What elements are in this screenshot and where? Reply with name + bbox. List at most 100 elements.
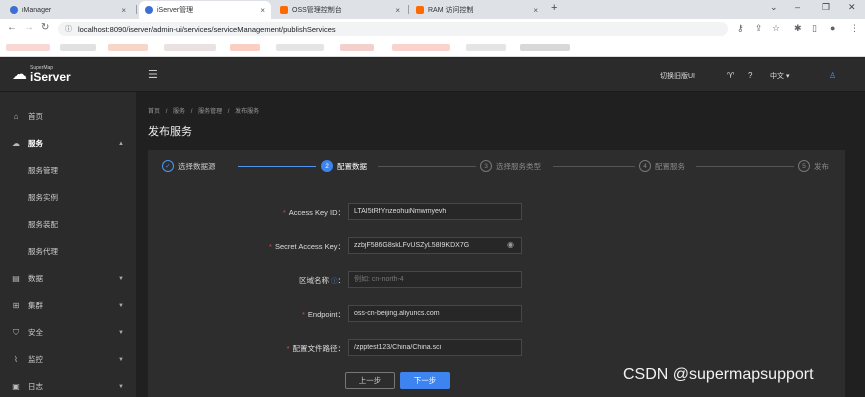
sidebar-item-data[interactable]: ▤ 数据 ▼	[0, 265, 136, 292]
close-tab-icon[interactable]: ×	[533, 6, 538, 15]
breadcrumb-separator: /	[165, 109, 168, 115]
sidebar-subitem-service-instance[interactable]: 服务实例	[0, 184, 136, 211]
chevron-down-icon: ▼	[118, 329, 124, 336]
breadcrumb-separator: /	[190, 109, 193, 115]
url-text: localhost:8090/iserver/admin-ui/services…	[78, 24, 336, 34]
sidebar-subitem-service-proxy[interactable]: 服务代理	[0, 238, 136, 265]
switch-ui-button[interactable]: 切换旧版UI	[660, 71, 695, 81]
tab-title: iManager	[22, 6, 52, 14]
step-select-service-type[interactable]: 3 选择服务类型	[480, 160, 541, 172]
step-label: 配置数据	[337, 161, 367, 171]
blurred-bookmark[interactable]	[520, 44, 570, 51]
step-configure-data[interactable]: 2 配置数据	[321, 160, 367, 172]
maximize-icon[interactable]: ❐	[822, 2, 830, 13]
sidebar-item-monitor[interactable]: ⌇ 监控 ▼	[0, 346, 136, 373]
profile-icon[interactable]: ●	[830, 23, 835, 33]
step-connector	[696, 166, 794, 167]
step-label: 配置服务	[655, 161, 685, 171]
supermap-iserver-logo[interactable]: ☁ SuperMap iServer	[12, 65, 71, 83]
step-label: 选择数据源	[178, 161, 216, 171]
sidebar-item-home[interactable]: ⌂ 首页	[0, 103, 136, 130]
blurred-bookmark[interactable]	[392, 44, 450, 51]
endpoint-label: * Endpoint：	[301, 310, 345, 319]
blurred-bookmark[interactable]	[466, 44, 506, 51]
breadcrumb-current: 发布服务	[235, 109, 260, 115]
language-select[interactable]: 中文 ▾	[770, 71, 789, 81]
shirt-theme-icon[interactable]: ♈	[727, 71, 734, 80]
imanager-favicon-icon	[10, 6, 18, 14]
sidebar-item-label: 安全	[28, 328, 43, 337]
tab-imanager[interactable]: iManager ×	[4, 1, 132, 19]
form-row-endpoint: * Endpoint：	[148, 305, 845, 323]
close-tab-icon[interactable]: ×	[395, 6, 400, 15]
blurred-bookmark[interactable]	[340, 44, 374, 51]
sidebar-item-label: 首页	[28, 112, 43, 121]
step-configure-service[interactable]: 4 配置服务	[639, 160, 685, 172]
step-select-datasource[interactable]: ✓ 选择数据源	[162, 160, 216, 172]
bookmark-star-icon[interactable]: ☆	[772, 23, 780, 34]
form-row-config-path: * 配置文件路径：	[148, 339, 845, 357]
breadcrumb-service-management[interactable]: 服务管理	[198, 109, 222, 115]
tab-ram[interactable]: RAM 访问控制 ×	[410, 1, 544, 19]
help-icon[interactable]: ?	[748, 71, 752, 80]
previous-step-button[interactable]: 上一步	[345, 372, 395, 389]
blurred-bookmark[interactable]	[230, 44, 260, 51]
step-publish[interactable]: 5 发布	[798, 160, 829, 172]
access-key-id-input[interactable]	[348, 203, 522, 220]
side-panel-icon[interactable]: ▯	[812, 23, 817, 34]
blurred-bookmark[interactable]	[60, 44, 96, 51]
sidebar-subitem-label: 服务实例	[28, 193, 58, 202]
config-path-input[interactable]	[348, 339, 522, 356]
breadcrumb-home[interactable]: 首页	[148, 109, 160, 115]
blurred-bookmark[interactable]	[276, 44, 324, 51]
blurred-bookmark[interactable]	[6, 44, 50, 51]
step-number: 2	[321, 160, 333, 172]
back-icon[interactable]: ←	[7, 22, 17, 33]
new-tab-button[interactable]: +	[551, 2, 557, 14]
log-icon: ▣	[12, 382, 20, 391]
secret-access-key-input[interactable]	[348, 237, 522, 254]
blurred-bookmark[interactable]	[164, 44, 216, 51]
sidebar-subitem-service-assembly[interactable]: 服务装配	[0, 211, 136, 238]
user-icon[interactable]: ♙	[829, 71, 836, 80]
sidebar-item-cluster[interactable]: ⊞ 集群 ▼	[0, 292, 136, 319]
menu-icon[interactable]: ⋮	[850, 23, 859, 34]
sidebar-item-label: 集群	[28, 301, 43, 310]
close-window-icon[interactable]: ✕	[848, 2, 856, 13]
next-step-button[interactable]: 下一步	[400, 372, 450, 389]
blurred-bookmark[interactable]	[108, 44, 148, 51]
tab-iserver[interactable]: iServer管理 ×	[139, 1, 271, 19]
sidebar-item-log[interactable]: ▣ 日志 ▼	[0, 373, 136, 397]
help-circle-icon[interactable]: ⓘ	[331, 278, 338, 285]
sidebar-item-services[interactable]: ☁ 服务 ▲	[0, 130, 136, 157]
tab-oss[interactable]: OSS管理控制台 ×	[274, 1, 406, 19]
sidebar-subitem-service-management[interactable]: 服务管理	[0, 157, 136, 184]
config-path-label: * 配置文件路径：	[286, 344, 345, 353]
aliyun-favicon-icon	[416, 6, 424, 14]
key-icon[interactable]: ⚷	[737, 23, 744, 34]
form-row-access-key-id: * Access Key ID：	[148, 203, 845, 221]
close-tab-icon[interactable]: ×	[260, 6, 265, 15]
language-label: 中文	[770, 73, 784, 80]
collapse-menu-icon[interactable]: ☰	[148, 68, 158, 81]
breadcrumb-services[interactable]: 服务	[173, 109, 185, 115]
address-bar[interactable]: ⓘ localhost:8090/iserver/admin-ui/servic…	[58, 22, 728, 36]
sidebar-item-security[interactable]: ⛉ 安全 ▼	[0, 319, 136, 346]
endpoint-input[interactable]	[348, 305, 522, 322]
tab-search-icon[interactable]: ⌄	[770, 2, 778, 13]
chevron-down-icon: ▼	[118, 302, 124, 309]
extensions-icon[interactable]: ✱	[794, 23, 802, 34]
page-title: 发布服务	[148, 126, 192, 138]
eye-icon[interactable]: ◉	[507, 240, 514, 249]
region-input[interactable]	[348, 271, 522, 288]
browser-toolbar: ← → ↻ ⓘ localhost:8090/iserver/admin-ui/…	[0, 19, 865, 39]
home-icon: ⌂	[13, 112, 19, 121]
close-tab-icon[interactable]: ×	[121, 6, 126, 15]
site-info-icon[interactable]: ⓘ	[65, 24, 72, 34]
minimize-icon[interactable]: –	[795, 2, 800, 12]
forward-icon[interactable]: →	[24, 22, 34, 33]
reload-icon[interactable]: ↻	[41, 22, 49, 33]
share-icon[interactable]: ⇪	[755, 23, 763, 34]
sidebar: ⌂ 首页 ☁ 服务 ▲ 服务管理 服务实例 服务装配 服务代理 ▤ 数据 ▼ ⊞…	[0, 92, 136, 397]
step-label: 发布	[814, 161, 829, 171]
